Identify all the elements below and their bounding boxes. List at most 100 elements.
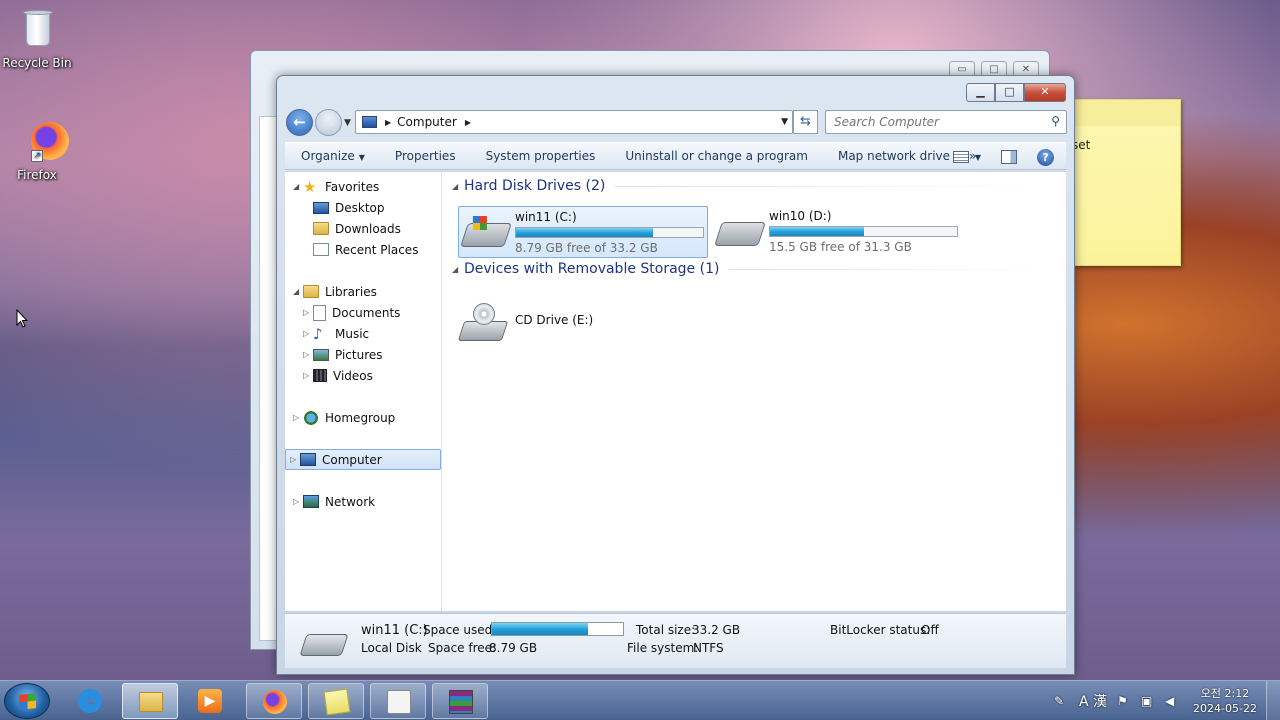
properties-button[interactable]: Properties bbox=[380, 149, 471, 163]
preview-pane-button[interactable] bbox=[1001, 150, 1017, 164]
nav-homegroup[interactable]: ▷ Homegroup bbox=[293, 407, 395, 428]
taskbar-media-player[interactable]: ▶ bbox=[182, 683, 238, 719]
drive-usage-bar bbox=[515, 227, 704, 238]
action-center-flag-icon[interactable]: ⚑ bbox=[1117, 694, 1131, 708]
help-button[interactable]: ? bbox=[1037, 148, 1054, 166]
cd-drive-icon bbox=[457, 303, 509, 343]
maximize-button[interactable]: □ bbox=[995, 83, 1024, 102]
uninstall-program-button[interactable]: Uninstall or change a program bbox=[610, 149, 823, 163]
change-view-button[interactable]: ▼ bbox=[952, 151, 981, 163]
nav-recent-places[interactable]: Recent Places bbox=[313, 239, 418, 260]
network-icon[interactable]: ▣ bbox=[1141, 694, 1155, 708]
computer-icon bbox=[300, 453, 316, 466]
show-desktop-button[interactable] bbox=[1266, 681, 1280, 720]
taskbar-sticky-notes[interactable] bbox=[308, 683, 364, 719]
recent-places-icon bbox=[313, 243, 329, 256]
group-header-hard-disk-drives[interactable]: ◢ Hard Disk Drives (2) bbox=[443, 175, 1066, 197]
chevron-down-icon: ▼ bbox=[974, 152, 981, 162]
address-bar[interactable]: ▶ Computer ▶ ▼ bbox=[355, 110, 793, 134]
drive-item-d[interactable]: win10 (D:) 15.5 GB free of 31.3 GB bbox=[713, 206, 963, 258]
firefox-icon bbox=[263, 690, 287, 714]
collapsed-arrow-icon[interactable]: ▷ bbox=[293, 497, 303, 506]
star-icon: ★ bbox=[303, 177, 317, 196]
drive-item-c[interactable]: win11 (C:) 8.79 GB free of 33.2 GB bbox=[458, 206, 708, 258]
close-button[interactable]: ✕ bbox=[1024, 83, 1066, 102]
group-header-removable-storage[interactable]: ◢ Devices with Removable Storage (1) bbox=[443, 258, 1066, 280]
details-space-used-label: Space used: bbox=[423, 623, 497, 637]
system-properties-button[interactable]: System properties bbox=[471, 149, 611, 163]
search-input[interactable] bbox=[834, 112, 1044, 132]
collapsed-arrow-icon[interactable]: ▷ bbox=[303, 308, 313, 317]
nav-computer[interactable]: ▷ Computer bbox=[285, 449, 441, 470]
group-divider bbox=[615, 185, 1054, 187]
sticky-note[interactable]: set bbox=[1074, 99, 1181, 266]
desktop-icon-recycle-bin[interactable]: Recycle Bin bbox=[0, 8, 74, 70]
breadcrumb-computer[interactable]: Computer bbox=[397, 115, 457, 129]
view-icon bbox=[952, 151, 969, 163]
start-button[interactable] bbox=[4, 683, 50, 719]
ime-pen-icon[interactable]: ✎ bbox=[1054, 694, 1068, 708]
explorer-window[interactable]: ▁ □ ✕ ← → ▼ ▶ Computer ▶ ▼ ⇆ ⚲ Organize▼… bbox=[276, 75, 1075, 675]
desktop-icon-label: Firefox bbox=[17, 168, 57, 182]
breadcrumb-chevron-icon[interactable]: ▶ bbox=[465, 118, 471, 127]
volume-muted-icon[interactable]: ◀ bbox=[1165, 694, 1179, 708]
drive-free-space: 15.5 GB free of 31.3 GB bbox=[769, 240, 912, 254]
collapsed-arrow-icon[interactable]: ▷ bbox=[303, 329, 313, 338]
nav-pictures[interactable]: ▷ Pictures bbox=[303, 344, 383, 365]
nav-network[interactable]: ▷ Network bbox=[293, 491, 375, 512]
taskbar-firefox[interactable] bbox=[246, 683, 302, 719]
nav-videos[interactable]: ▷ Videos bbox=[303, 365, 373, 386]
details-drive-name: win11 (C:) bbox=[361, 623, 428, 638]
back-button[interactable]: ← bbox=[286, 109, 313, 136]
ime-indicator[interactable]: A 漢 bbox=[1079, 691, 1107, 711]
refresh-button[interactable]: ⇆ bbox=[793, 110, 818, 134]
collapsed-arrow-icon[interactable]: ▷ bbox=[303, 371, 313, 380]
search-icon[interactable]: ⚲ bbox=[1051, 114, 1060, 128]
expanded-arrow-icon[interactable]: ◢ bbox=[293, 182, 303, 191]
search-box[interactable]: ⚲ bbox=[825, 110, 1067, 134]
taskbar-internet-explorer[interactable]: e bbox=[62, 683, 118, 719]
sticky-note-text[interactable]: set bbox=[1075, 138, 1182, 152]
organize-label: Organize bbox=[301, 149, 355, 163]
map-network-drive-button[interactable]: Map network drive bbox=[823, 149, 965, 163]
hard-drive-icon bbox=[714, 222, 766, 246]
expanded-arrow-icon[interactable]: ◢ bbox=[452, 182, 464, 191]
expanded-arrow-icon[interactable]: ◢ bbox=[452, 265, 464, 274]
taskbar-winrar[interactable] bbox=[432, 683, 488, 719]
mouse-cursor-icon bbox=[16, 308, 29, 328]
details-bitlocker-value: Off bbox=[921, 623, 939, 637]
group-divider bbox=[729, 268, 1054, 270]
sticky-note-titlebar[interactable] bbox=[1075, 100, 1180, 126]
nav-music[interactable]: ▷ ♪ Music bbox=[303, 323, 369, 344]
clock[interactable]: 오전 2:12 2024-05-22 bbox=[1184, 686, 1266, 716]
taskbar-windows-explorer[interactable] bbox=[122, 683, 178, 719]
pictures-icon bbox=[313, 348, 329, 361]
minimize-button[interactable]: ▁ bbox=[966, 83, 995, 102]
homegroup-icon bbox=[303, 409, 319, 426]
collapsed-arrow-icon[interactable]: ▷ bbox=[290, 455, 300, 464]
nav-libraries[interactable]: ◢ Libraries bbox=[293, 281, 377, 302]
hard-drive-icon bbox=[299, 634, 349, 656]
collapsed-arrow-icon[interactable]: ▷ bbox=[303, 350, 313, 359]
nav-documents[interactable]: ▷ Documents bbox=[303, 302, 400, 323]
breadcrumb-separator-icon[interactable]: ▶ bbox=[385, 118, 391, 127]
expanded-arrow-icon[interactable]: ◢ bbox=[293, 287, 303, 296]
nav-downloads[interactable]: Downloads bbox=[313, 218, 401, 239]
drive-usage-bar bbox=[769, 226, 958, 237]
libraries-icon bbox=[303, 285, 319, 298]
details-bitlocker-label: BitLocker status: bbox=[830, 623, 931, 637]
organize-menu[interactable]: Organize ▼ bbox=[285, 149, 380, 163]
internet-explorer-icon: e bbox=[78, 689, 102, 713]
forward-button[interactable]: → bbox=[315, 109, 342, 136]
disc-icon bbox=[387, 690, 411, 714]
nav-favorites[interactable]: ◢ ★ Favorites bbox=[293, 176, 379, 197]
collapsed-arrow-icon[interactable]: ▷ bbox=[293, 413, 303, 422]
taskbar-disc-burner[interactable] bbox=[370, 683, 426, 719]
system-tray: ✎ A 漢 ⚑ ▣ ◀ 오전 2:12 2024-05-22 bbox=[1049, 681, 1280, 720]
drive-usage-fill bbox=[770, 227, 865, 236]
desktop-icon-firefox[interactable]: ↗ Firefox bbox=[0, 120, 74, 182]
address-dropdown-icon[interactable]: ▼ bbox=[781, 117, 788, 127]
drive-item-e[interactable]: CD Drive (E:) bbox=[457, 299, 601, 345]
recent-pages-dropdown[interactable]: ▼ bbox=[344, 118, 351, 128]
nav-desktop[interactable]: Desktop bbox=[313, 197, 385, 218]
